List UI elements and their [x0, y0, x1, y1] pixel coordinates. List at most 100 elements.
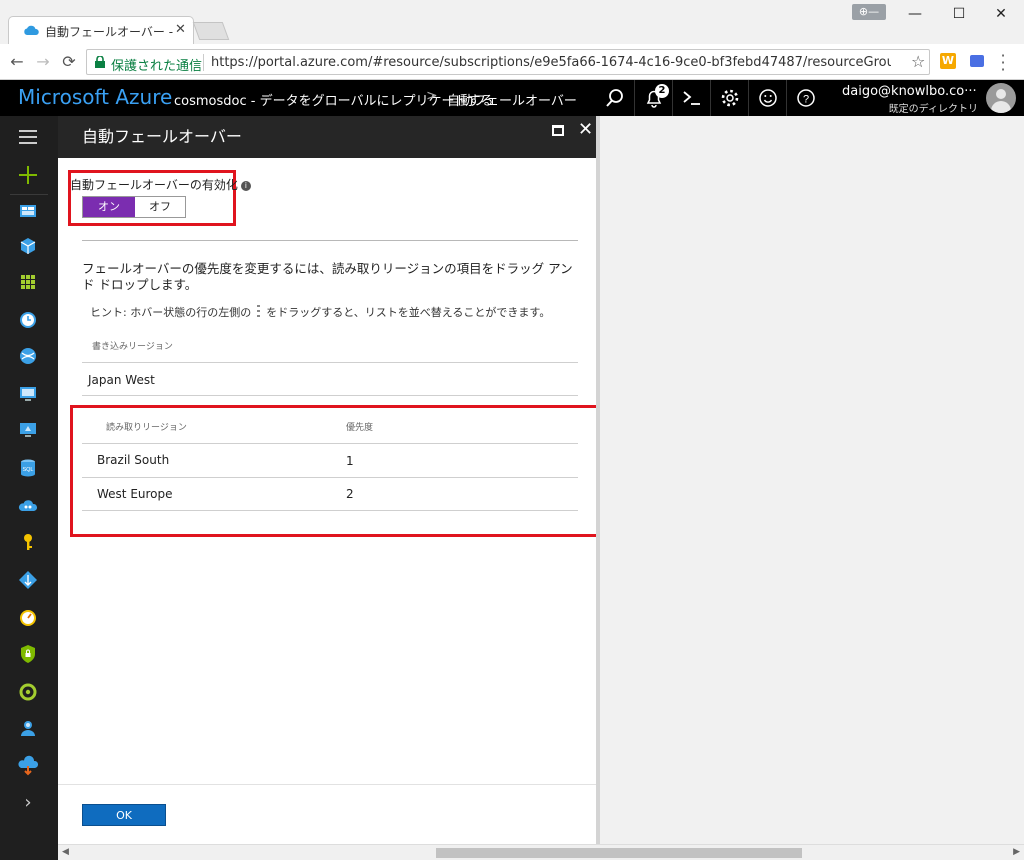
auto-failover-toggle[interactable]: オン オフ [82, 196, 186, 218]
notification-count-badge: 2 [655, 84, 669, 98]
browser-menu-icon[interactable]: · · · [998, 48, 1008, 78]
blade-header: 自動フェールオーバー ✕ [58, 116, 600, 158]
back-arrow-icon[interactable]: ← [6, 51, 28, 73]
azure-brand[interactable]: Microsoft Azure [18, 85, 172, 109]
breadcrumb-item-resource[interactable]: cosmosdoc - データをグローバルにレプリケートする [174, 90, 493, 109]
read-region-name: Brazil South [97, 453, 170, 467]
toggle-on-option[interactable]: オン [83, 197, 135, 217]
priority-header: 優先度 [346, 423, 374, 433]
scroll-thumb[interactable] [436, 848, 802, 858]
app-services-globe-icon[interactable] [16, 344, 40, 368]
svg-text:?: ? [803, 94, 809, 106]
all-resources-grid-icon[interactable] [16, 270, 40, 294]
hamburger-menu-icon[interactable] [16, 126, 40, 150]
window-maximize-button[interactable]: ☐ [944, 2, 974, 26]
browser-tab[interactable]: 自動フェールオーバー - Micro ✕ [8, 16, 194, 44]
cost-management-person-icon[interactable] [16, 716, 40, 740]
maximize-icon[interactable] [552, 125, 564, 136]
secure-connection-label: 保護された通信 [111, 59, 203, 74]
azure-cloud-icon [24, 25, 39, 35]
new-tab-button[interactable] [192, 22, 230, 40]
row-divider [82, 443, 578, 444]
expand-chevron-icon[interactable]: › [16, 792, 40, 816]
help-support-cloud-icon[interactable] [16, 754, 40, 778]
sql-database-icon[interactable]: SQL [16, 456, 40, 480]
security-shield-icon[interactable] [16, 642, 40, 666]
feedback-button[interactable] [748, 80, 786, 116]
left-sidebar: SQL › [0, 116, 58, 860]
reload-icon[interactable]: ⟳ [58, 51, 80, 73]
failover-blade: 自動フェールオーバー ✕ 自動フェールオーバーの有効化 i オン オフ フェールオ… [58, 116, 600, 860]
address-bar-row: ← → ⟳ 保護された通信 https://portal.azure.com/#… [0, 44, 1024, 80]
user-email[interactable]: daigo@knowlbo.co··· [842, 84, 977, 99]
resource-groups-cube-icon[interactable] [16, 234, 40, 258]
blade-body: 自動フェールオーバーの有効化 i オン オフ フェールオーバーの優先度を変更するに… [58, 158, 600, 860]
drag-handle-icon [257, 305, 261, 319]
window-close-button[interactable]: ✕ [986, 2, 1016, 26]
new-resource-plus-icon[interactable] [16, 163, 40, 187]
bookmark-star-icon[interactable]: ☆ [911, 52, 925, 71]
help-icon: ? [797, 89, 815, 107]
gear-icon [721, 89, 739, 107]
help-button[interactable]: ? [786, 80, 824, 116]
avatar[interactable] [986, 83, 1016, 113]
row-divider [82, 510, 578, 511]
url-text[interactable]: https://portal.azure.com/#resource/subsc… [211, 55, 891, 70]
blade-scrollbar[interactable] [596, 116, 600, 860]
breadcrumb-separator: > [426, 88, 438, 104]
search-icon [606, 89, 623, 107]
info-icon[interactable]: i [240, 181, 251, 191]
cloud-shell-button[interactable] [672, 80, 710, 116]
scroll-right-arrow-icon[interactable]: ▶ [1013, 847, 1020, 857]
breadcrumb-item-current[interactable]: 自動フェールオーバー [447, 90, 577, 109]
read-region-header: 読み取りリージョン [106, 423, 187, 433]
footer-divider [58, 784, 600, 785]
read-region-priority: 2 [346, 487, 354, 501]
horizontal-scrollbar[interactable]: ◀ ▶ [58, 844, 1024, 860]
lock-icon [95, 56, 105, 68]
section-divider [82, 240, 578, 241]
search-button[interactable] [596, 80, 634, 116]
cloud-services-icon[interactable] [16, 494, 40, 518]
empty-right-pane [601, 116, 1024, 844]
scroll-left-arrow-icon[interactable]: ◀ [62, 847, 69, 857]
recent-clock-icon[interactable] [16, 308, 40, 332]
omnibox-separator [203, 54, 204, 71]
read-region-priority: 1 [346, 454, 354, 468]
browser-titlebar: 自動フェールオーバー - Micro ✕ ⊕— — ☐ ✕ [0, 0, 1024, 44]
priority-description: フェールオーバーの優先度を変更するには、読み取りリージョンの項目をドラッグ アン… [82, 261, 573, 292]
svg-text:SQL: SQL [22, 467, 33, 473]
smiley-icon [759, 89, 777, 107]
settings-button[interactable] [710, 80, 748, 116]
virtual-machines-monitor-icon[interactable] [16, 382, 40, 406]
read-region-name: West Europe [97, 487, 173, 501]
extension-chat-icon[interactable] [970, 55, 984, 67]
window-minimize-button[interactable]: — [900, 2, 930, 26]
row-divider [82, 395, 578, 396]
tab-title: 自動フェールオーバー - Micro [45, 25, 173, 39]
azure-top-bar: Microsoft Azure cosmosdoc - データをグローバルにレプ… [0, 80, 1024, 116]
write-region-header: 書き込みリージョン [92, 342, 173, 352]
ok-button[interactable]: OK [82, 804, 166, 826]
dashboard-icon[interactable] [16, 199, 40, 223]
url-input[interactable]: 保護された通信 https://portal.azure.com/#resour… [86, 49, 930, 75]
row-divider [82, 477, 578, 478]
terminal-icon [683, 91, 700, 105]
integration-diamond-icon[interactable] [16, 568, 40, 592]
advisor-ring-icon[interactable] [16, 680, 40, 704]
extension-w-icon[interactable]: W [940, 53, 956, 69]
row-divider [82, 362, 578, 363]
browser-profile-button[interactable]: ⊕— [852, 4, 886, 20]
user-directory: 既定のディレクトリ [888, 104, 978, 115]
auto-failover-label: 自動フェールオーバーの有効化 i [70, 176, 251, 193]
close-icon[interactable]: ✕ [578, 119, 593, 140]
write-region-value: Japan West [88, 373, 155, 387]
key-vault-key-icon[interactable] [16, 530, 40, 554]
forward-arrow-icon[interactable]: → [32, 51, 54, 73]
vm-classic-monitor-icon[interactable] [16, 418, 40, 442]
notifications-button[interactable]: 2 [634, 80, 672, 116]
page-title: 自動フェールオーバー [82, 127, 242, 146]
monitor-gauge-icon[interactable] [16, 606, 40, 630]
toggle-off-option[interactable]: オフ [135, 197, 185, 217]
tab-close-icon[interactable]: ✕ [175, 22, 186, 37]
